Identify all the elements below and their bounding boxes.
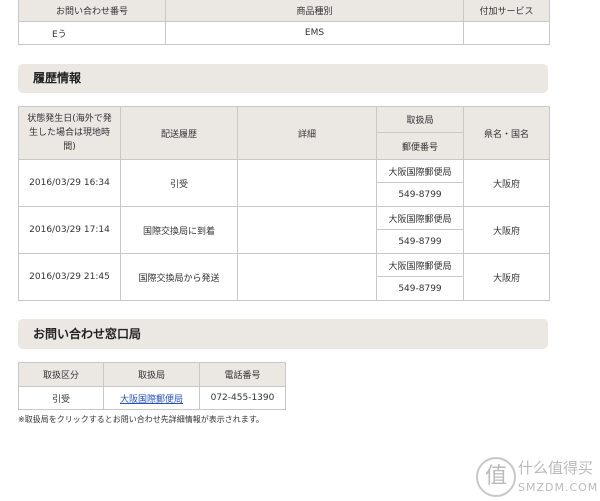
product-type: EMS [165, 21, 464, 45]
watermark-domain: SMZDM.COM [518, 481, 599, 494]
history-table: 状態発生日(海外で発生した場合は現地時間) 配送履歴 詳細 取扱局 県名・国名 … [18, 106, 550, 301]
contact-note: ※取扱局をクリックするとお問い合わせ先詳細情報が表示されます。 [18, 415, 264, 424]
history-detail [237, 206, 377, 254]
contact-table: 取扱区分 取扱局 電話番号 引受 大阪国際郵便局 072-455-1390 [18, 362, 286, 410]
table-row: 2016/03/29 16:34 引受 大阪国際郵便局 大阪府 [18, 159, 550, 207]
header-product-type: 商品種別 [165, 0, 464, 22]
history-date: 2016/03/29 21:45 [18, 253, 121, 301]
header-handling-office: 取扱局 [103, 362, 200, 387]
header-office: 取扱局 [376, 106, 464, 133]
header-detail: 詳細 [237, 106, 377, 160]
history-status: 引受 [120, 159, 238, 207]
header-inquiry-number: お問い合わせ番号 [18, 0, 166, 22]
history-region: 大阪府 [463, 253, 550, 301]
watermark-icon: 值 [476, 457, 516, 497]
header-handling-type: 取扱区分 [18, 362, 104, 387]
header-status: 配送履歴 [120, 106, 238, 160]
history-date: 2016/03/29 17:14 [18, 206, 121, 254]
history-status: 国際交換局から発送 [120, 253, 238, 301]
inquiry-table: お問い合わせ番号 商品種別 付加サービス Eう EMS [18, 0, 550, 45]
history-office: 大阪国際郵便局 [376, 159, 464, 183]
table-row: 2016/03/29 17:14 国際交換局に到着 大阪国際郵便局 大阪府 [18, 206, 550, 254]
watermark-text: 什么值得买 [518, 459, 594, 477]
handling-type: 引受 [18, 386, 104, 410]
header-additional-service: 付加サービス [463, 0, 550, 22]
handling-office-cell: 大阪国際郵便局 [103, 386, 200, 410]
history-office: 大阪国際郵便局 [376, 206, 464, 230]
handling-office-link[interactable]: 大阪国際郵便局 [120, 395, 183, 405]
additional-service [463, 21, 550, 45]
history-detail [237, 159, 377, 207]
table-row: 2016/03/29 21:45 国際交換局から発送 大阪国際郵便局 大阪府 [18, 253, 550, 301]
history-detail [237, 253, 377, 301]
history-postal: 549-8799 [376, 276, 464, 301]
history-region: 大阪府 [463, 159, 550, 207]
history-region: 大阪府 [463, 206, 550, 254]
history-postal: 549-8799 [376, 229, 464, 254]
header-phone: 電話番号 [199, 362, 286, 387]
history-date: 2016/03/29 16:34 [18, 159, 121, 207]
history-postal: 549-8799 [376, 182, 464, 207]
history-office: 大阪国際郵便局 [376, 253, 464, 277]
history-status: 国際交換局に到着 [120, 206, 238, 254]
history-section-heading: 履歴情報 [18, 64, 548, 93]
watermark-logo: 值 什么值得买 SMZDM.COM [476, 455, 600, 500]
header-date: 状態発生日(海外で発生した場合は現地時間) [18, 106, 121, 160]
header-region: 県名・国名 [463, 106, 550, 160]
contact-section-heading: お問い合わせ窓口局 [18, 319, 548, 349]
header-postal: 郵便番号 [376, 132, 464, 160]
inquiry-number: Eう [18, 21, 166, 45]
phone-number: 072-455-1390 [199, 386, 286, 410]
